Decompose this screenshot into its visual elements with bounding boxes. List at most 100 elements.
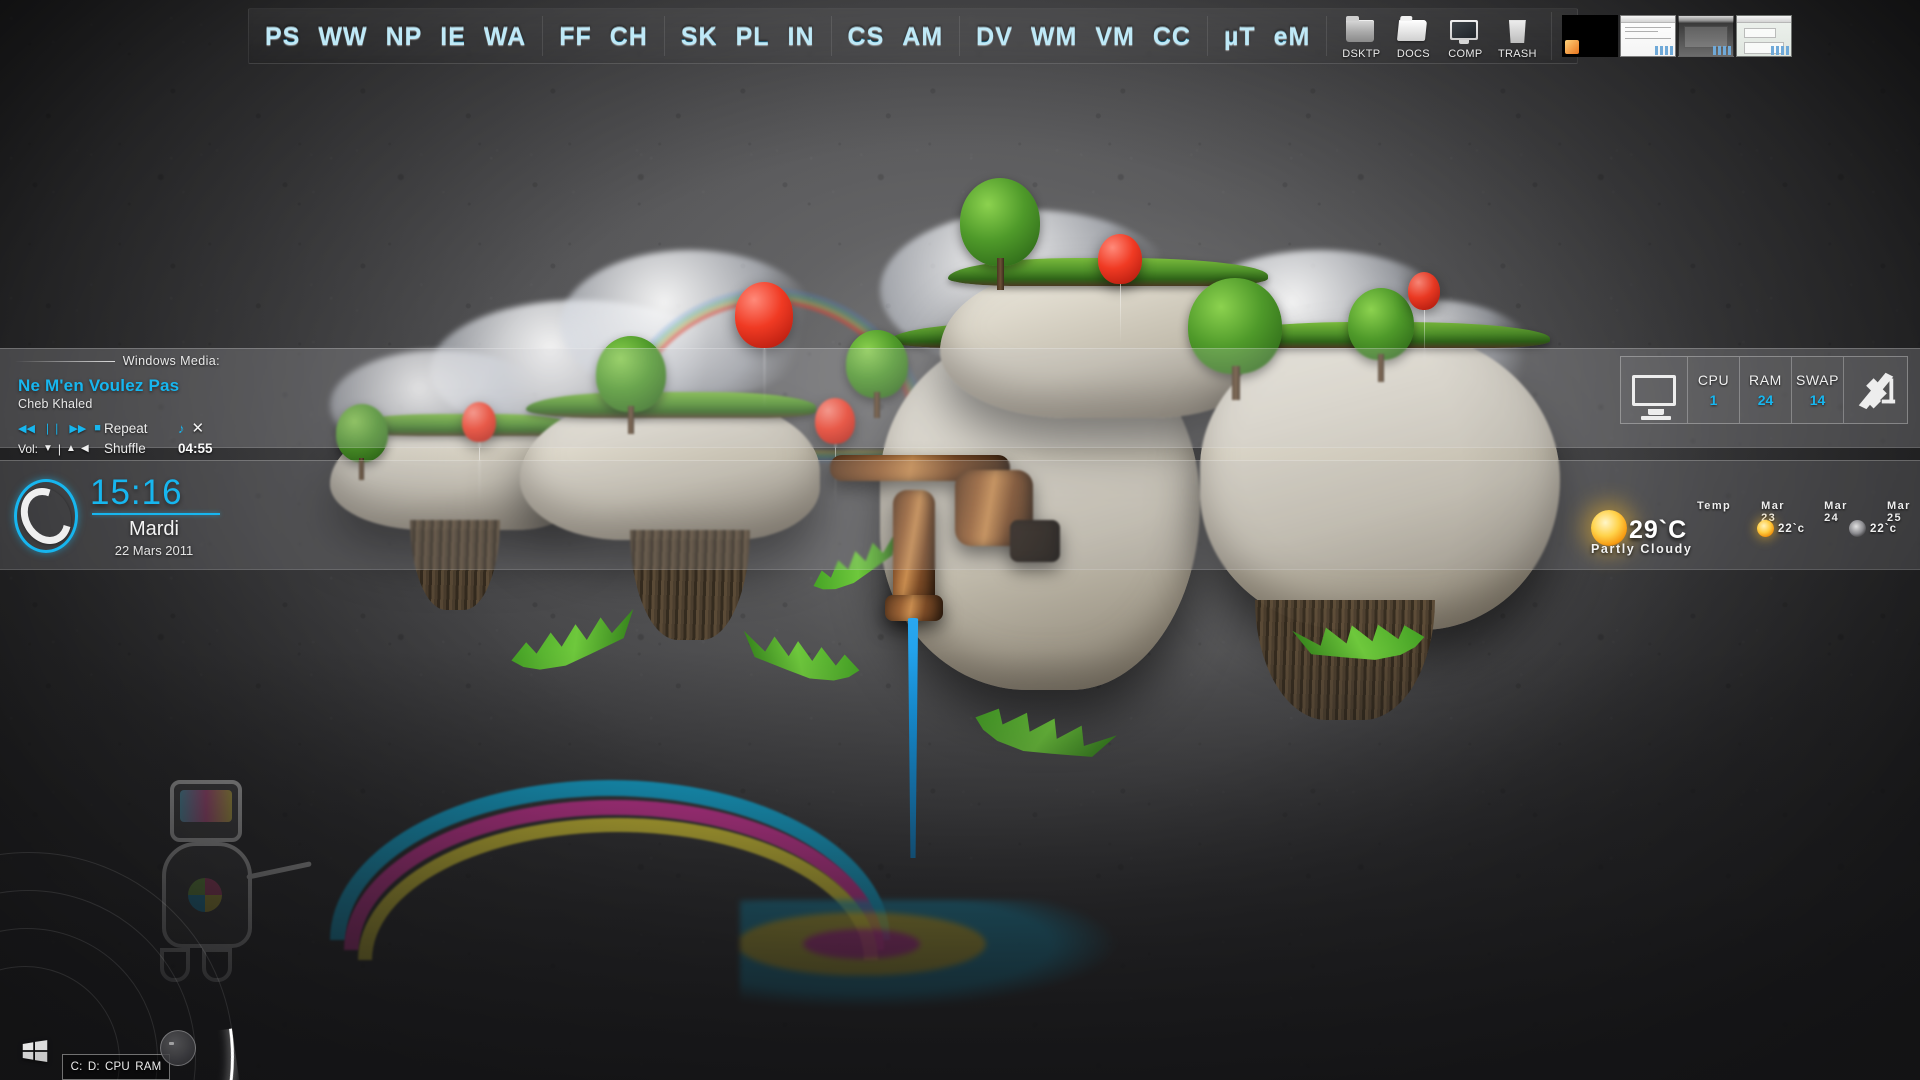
media-prev-button[interactable]: ◀◀ bbox=[18, 422, 35, 435]
forecast-day-1: 22`c bbox=[1757, 520, 1819, 537]
media-next-button[interactable]: ▶▶ bbox=[69, 422, 86, 435]
shortcut-comp[interactable]: COMP bbox=[1445, 20, 1485, 60]
shell-corner-knob[interactable] bbox=[160, 1030, 196, 1066]
window-thumb-3[interactable] bbox=[1678, 15, 1735, 57]
clock-ring-gauge bbox=[11, 479, 81, 553]
dock-link-pl[interactable]: PL bbox=[736, 23, 770, 49]
dock-link-cc[interactable]: CC bbox=[1153, 23, 1191, 49]
dock-link-ie[interactable]: IE bbox=[440, 23, 466, 49]
shortcut-dsktp[interactable]: DSKTP bbox=[1341, 20, 1381, 60]
weather-current-temp: 29`C bbox=[1629, 516, 1688, 544]
dock-link-ff[interactable]: FF bbox=[559, 23, 592, 49]
clock-divider bbox=[92, 512, 220, 515]
media-artist: Cheb Khaled bbox=[18, 397, 93, 411]
cloud-icon bbox=[1849, 520, 1866, 537]
media-pin-icon[interactable]: ♪ bbox=[178, 421, 185, 436]
shortcut-dsktp-label: DSKTP bbox=[1342, 48, 1381, 60]
trash-bin-icon bbox=[1502, 20, 1532, 46]
shortcut-docs-label: DOCS bbox=[1396, 48, 1430, 60]
dock-link-am[interactable]: AM bbox=[902, 23, 943, 49]
rainmeter-logo-icon[interactable] bbox=[1843, 357, 1907, 423]
media-pause-button[interactable]: ❘❘ bbox=[43, 422, 61, 435]
computer-monitor-icon bbox=[1450, 20, 1480, 46]
clock-time: 15:16 bbox=[90, 472, 183, 512]
app-icon bbox=[1565, 40, 1580, 54]
weather-condition: Partly Cloudy bbox=[1591, 542, 1693, 556]
clock-widget[interactable]: 15:16 Mardi 22 Mars 2011 bbox=[11, 470, 234, 562]
start-button[interactable] bbox=[14, 1030, 56, 1072]
sun-icon bbox=[1591, 510, 1627, 546]
sysmon-ram[interactable]: RAM 24 bbox=[1739, 357, 1791, 423]
dock-link-cs[interactable]: CS bbox=[848, 23, 885, 49]
dock-link-ch[interactable]: CH bbox=[610, 23, 648, 49]
desktop-folder-icon bbox=[1346, 20, 1376, 46]
media-repeat-toggle[interactable]: Repeat bbox=[104, 421, 178, 436]
shortcut-trash[interactable]: TRASH bbox=[1497, 20, 1537, 60]
media-rule bbox=[14, 360, 115, 362]
dock-link-sk[interactable]: SK bbox=[681, 23, 718, 49]
clock-date: 22 Mars 2011 bbox=[114, 542, 194, 558]
window-thumb-4[interactable] bbox=[1736, 15, 1793, 57]
resource-label-ram: RAM bbox=[135, 1061, 162, 1073]
system-monitor-widget[interactable]: CPU 1 RAM 24 SWAP 14 bbox=[1620, 356, 1908, 424]
sysmon-cpu-label: CPU bbox=[1697, 372, 1730, 388]
volume-mute-icon[interactable]: ◀ bbox=[81, 443, 89, 454]
dock-shortcuts: DSKTP DOCS COMP TRASH bbox=[1327, 12, 1553, 60]
clock-text-block: 15:16 Mardi 22 Mars 2011 bbox=[90, 475, 234, 558]
dock-group-3: SK PL IN bbox=[665, 16, 832, 56]
weather-forecast-values: 22`c 22`c 22`c bbox=[1697, 520, 1920, 537]
top-dock[interactable]: PS WW NP IE WA FF CH SK PL IN CS AM DV W… bbox=[248, 8, 1793, 64]
desktop-root: PS WW NP IE WA FF CH SK PL IN CS AM DV W… bbox=[0, 0, 1920, 1080]
dock-link-utorrent[interactable]: µT bbox=[1224, 23, 1256, 49]
sysmon-ram-value: 24 bbox=[1757, 392, 1774, 408]
wallpaper-bottom-shade bbox=[0, 650, 1920, 1080]
window-thumb-2[interactable] bbox=[1620, 15, 1677, 57]
dock-link-ps[interactable]: PS bbox=[265, 23, 300, 49]
media-header: Windows Media: bbox=[0, 352, 230, 370]
weather-widget[interactable]: 29`C Partly Cloudy Temp Mar 23 Mar 24 Ma… bbox=[1585, 498, 1920, 560]
forecast-day-2: 22`c bbox=[1849, 520, 1911, 537]
dock-link-dv[interactable]: DV bbox=[976, 23, 1013, 49]
dock-link-wa[interactable]: WA bbox=[484, 23, 526, 49]
media-player-widget[interactable]: Windows Media: Ne M'en Voulez Pas Cheb K… bbox=[0, 352, 230, 456]
sysmon-cpu[interactable]: CPU 1 bbox=[1687, 357, 1739, 423]
media-shuffle-toggle[interactable]: Shuffle bbox=[104, 441, 178, 456]
media-elapsed-time: 04:55 bbox=[178, 441, 213, 456]
close-icon[interactable]: ✕ bbox=[192, 419, 205, 437]
monitor-icon bbox=[1621, 357, 1687, 423]
dock-link-in[interactable]: IN bbox=[788, 23, 815, 49]
media-track-title: Ne M'en Voulez Pas bbox=[18, 376, 180, 395]
window-thumb-1[interactable] bbox=[1562, 15, 1619, 57]
forecast-day-1-temp: 22`c bbox=[1778, 522, 1806, 535]
sun-icon bbox=[1757, 520, 1774, 537]
documents-folder-icon bbox=[1397, 20, 1428, 46]
resource-label-d: D: bbox=[87, 1061, 100, 1073]
sysmon-swap-value: 14 bbox=[1809, 392, 1826, 408]
dock-link-ww[interactable]: WW bbox=[318, 23, 367, 49]
dock-group-2: FF CH bbox=[543, 16, 665, 56]
dock-group-6: µT eM bbox=[1208, 16, 1328, 56]
media-top-actions: ♪ ✕ bbox=[178, 419, 234, 437]
shortcut-trash-label: TRASH bbox=[1497, 48, 1537, 60]
sysmon-swap-label: SWAP bbox=[1795, 372, 1840, 388]
dock-link-vm[interactable]: VM bbox=[1095, 23, 1135, 49]
dock-group-4: CS AM bbox=[832, 16, 961, 56]
resource-label-c: C: bbox=[70, 1061, 83, 1073]
resource-labels-bar[interactable]: C: D: CPU RAM bbox=[62, 1054, 170, 1080]
sysmon-cpu-value: 1 bbox=[1709, 392, 1718, 408]
window-thumbnails bbox=[1552, 15, 1802, 57]
shortcut-docs[interactable]: DOCS bbox=[1393, 20, 1433, 60]
media-transport-controls: ◀◀ ❘❘ ▶▶ ■ bbox=[18, 422, 104, 435]
volume-divider: | bbox=[57, 441, 62, 456]
dock-link-wm[interactable]: WM bbox=[1031, 23, 1077, 49]
clock-day: Mardi bbox=[128, 517, 179, 540]
volume-up-icon[interactable]: ▲ bbox=[66, 443, 76, 454]
media-volume-controls: Vol: ▼ | ▲ ◀ bbox=[18, 442, 104, 456]
volume-down-icon[interactable]: ▼ bbox=[43, 443, 53, 454]
sysmon-swap[interactable]: SWAP 14 bbox=[1791, 357, 1843, 423]
dock-link-np[interactable]: NP bbox=[386, 23, 423, 49]
media-volume-label: Vol: bbox=[18, 441, 39, 456]
media-stop-button[interactable]: ■ bbox=[94, 422, 101, 434]
media-controls-grid: ◀◀ ❘❘ ▶▶ ■ Repeat ♪ ✕ Vol: ▼ | ▲ ◀ Shuff… bbox=[18, 419, 230, 456]
dock-link-emule[interactable]: eM bbox=[1274, 23, 1311, 49]
